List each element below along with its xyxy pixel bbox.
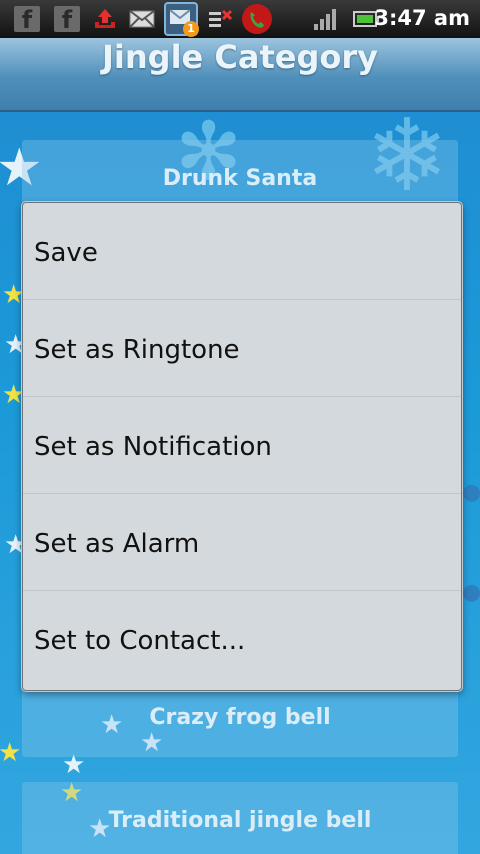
menu-item-save[interactable]: Save — [23, 203, 461, 300]
star-icon: ★ — [0, 738, 22, 768]
star-icon: ● — [462, 480, 480, 505]
status-bar: f f 1 3:47 am — [0, 0, 480, 39]
clock: 3:47 am — [374, 6, 470, 30]
call-icon — [242, 4, 272, 34]
menu-item-set-notification[interactable]: Set as Notification — [23, 397, 461, 494]
notification-badge: 1 — [183, 21, 199, 37]
page-title: Jingle Category — [102, 38, 378, 76]
list-item[interactable]: Traditional jingle bell — [22, 782, 458, 854]
facebook-icon: f — [54, 6, 80, 34]
message-icon: 1 — [164, 2, 199, 37]
facebook-icon: f — [14, 6, 40, 34]
menu-item-set-alarm[interactable]: Set as Alarm — [23, 494, 461, 591]
signal-icon — [312, 6, 338, 32]
star-icon: ● — [462, 580, 480, 605]
context-menu-dialog: Save Set as Ringtone Set as Notification… — [22, 202, 462, 691]
menu-item-set-contact[interactable]: Set to Contact... — [23, 591, 461, 688]
menu-item-set-ringtone[interactable]: Set as Ringtone — [23, 300, 461, 397]
upload-icon — [92, 6, 118, 32]
gmail-icon — [128, 6, 155, 32]
missed-call-icon — [207, 6, 233, 32]
app-header: Jingle Category — [0, 38, 480, 112]
